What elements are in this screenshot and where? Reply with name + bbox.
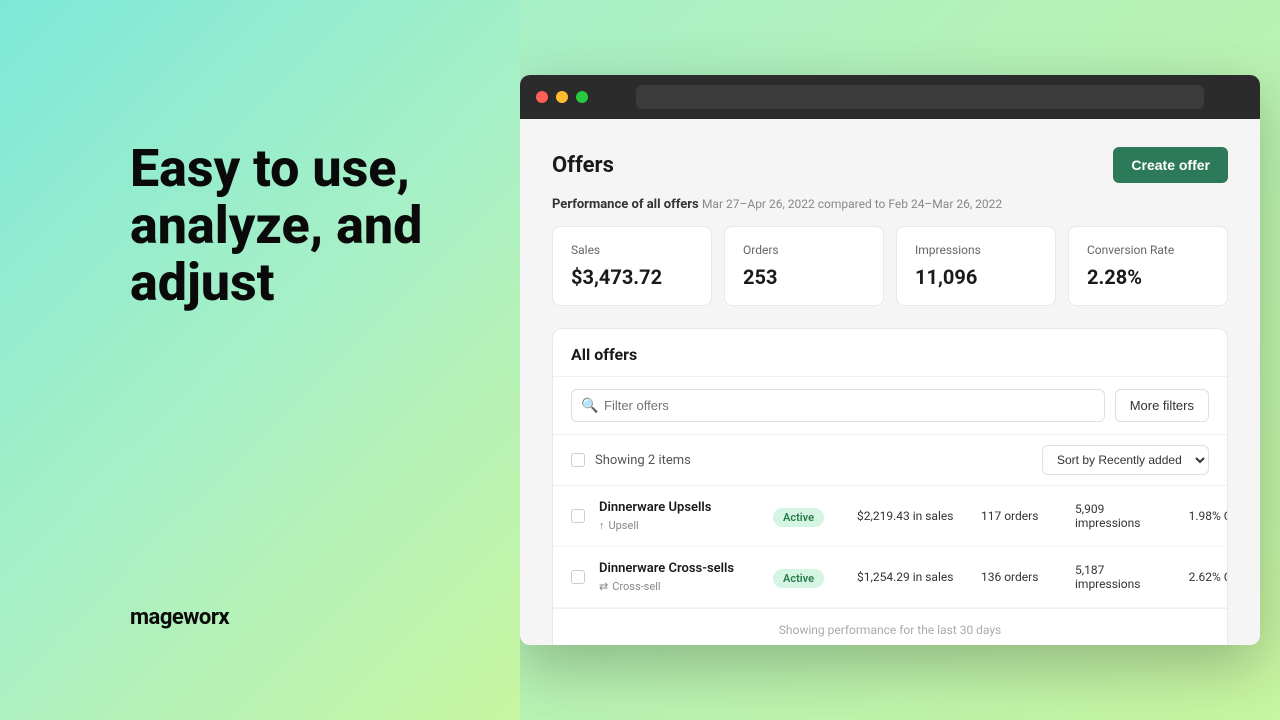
table-controls: Showing 2 items Sort by Recently added [553,435,1227,486]
stat-value-impressions: 11,096 [915,265,1037,289]
stat-card-orders: Orders 253 [724,226,884,306]
offer-type-label-2: Cross-sell [612,580,660,593]
offer-info-1: Dinnerware Upsells ↑ Upsell [599,500,759,532]
stat-value-sales: $3,473.72 [571,265,693,289]
search-input[interactable] [571,389,1105,422]
offer-name-2: Dinnerware Cross-sells [599,561,759,576]
stat-card-cr: Conversion Rate 2.28% [1068,226,1228,306]
offer-info-2: Dinnerware Cross-sells ⇄ Cross-sell [599,561,759,593]
browser-window: Offers Create offer Performance of all o… [520,75,1260,645]
offer-type-1: ↑ Upsell [599,519,759,532]
traffic-light-yellow[interactable] [556,91,568,103]
offer-row: Dinnerware Upsells ↑ Upsell Active $2,21… [553,486,1227,547]
search-icon: 🔍 [581,398,598,414]
stat-card-sales: Sales $3,473.72 [552,226,712,306]
crosssell-icon: ⇄ [599,580,608,593]
offer-status-2: Active [773,567,843,588]
offer-checkbox-2[interactable] [571,570,585,584]
stat-label-impressions: Impressions [915,243,1037,257]
offer-row-2: Dinnerware Cross-sells ⇄ Cross-sell Acti… [553,547,1227,608]
url-bar[interactable] [636,85,1204,109]
offer-name-1: Dinnerware Upsells [599,500,759,515]
all-offers-title: All offers [553,329,1227,377]
app-content: Offers Create offer Performance of all o… [520,119,1260,645]
showing-count: Showing 2 items [595,453,691,468]
offer-impressions-1: 5,909 impressions [1075,502,1165,530]
sort-dropdown[interactable]: Sort by Recently added [1042,445,1209,475]
stats-grid: Sales $3,473.72 Orders 253 Impressions 1… [552,226,1228,306]
offer-sales-2: $1,254.29 in sales [857,570,967,584]
offers-header: Offers Create offer [552,147,1228,183]
stat-value-cr: 2.28% [1087,265,1209,289]
offer-cr-2: 2.62% CR [1179,570,1228,584]
left-panel: Easy to use, analyze, and adjust magewor… [0,0,520,720]
page-title: Offers [552,153,614,178]
stat-label-sales: Sales [571,243,693,257]
right-panel: Offers Create offer Performance of all o… [520,0,1280,720]
search-wrapper: 🔍 [571,389,1105,422]
status-badge-2: Active [773,569,824,588]
offer-orders-2: 136 orders [981,570,1061,584]
performance-title: Performance of all offers [552,197,699,212]
showing-items: Showing 2 items [571,453,691,468]
traffic-light-red[interactable] [536,91,548,103]
offer-impressions-2: 5,187 impressions [1075,563,1165,591]
offer-status-1: Active [773,506,843,527]
filter-row: 🔍 More filters [553,377,1227,435]
stat-label-orders: Orders [743,243,865,257]
offers-footer: Showing performance for the last 30 days [553,608,1227,645]
offer-checkbox-1[interactable] [571,509,585,523]
create-offer-button[interactable]: Create offer [1113,147,1228,183]
offer-type-label-1: Upsell [609,519,639,532]
status-badge-1: Active [773,508,824,527]
traffic-light-green[interactable] [576,91,588,103]
more-filters-button[interactable]: More filters [1115,389,1209,422]
brand-logo: mageworx [130,605,460,630]
stat-value-orders: 253 [743,265,865,289]
performance-date-range: Mar 27–Apr 26, 2022 compared to Feb 24–M… [702,197,1002,211]
offer-sales-1: $2,219.43 in sales [857,509,967,523]
performance-label: Performance of all offers Mar 27–Apr 26,… [552,197,1228,212]
hero-text-container: Easy to use, analyze, and adjust [130,60,460,312]
hero-text: Easy to use, analyze, and adjust [130,140,460,312]
select-all-checkbox[interactable] [571,453,585,467]
offer-type-2: ⇄ Cross-sell [599,580,759,593]
stat-card-impressions: Impressions 11,096 [896,226,1056,306]
offer-cr-1: 1.98% CR [1179,509,1228,523]
offer-orders-1: 117 orders [981,509,1061,523]
upsell-icon: ↑ [599,519,605,532]
stat-label-cr: Conversion Rate [1087,243,1209,257]
all-offers-section: All offers 🔍 More filters Showing 2 item… [552,328,1228,645]
browser-chrome [520,75,1260,119]
